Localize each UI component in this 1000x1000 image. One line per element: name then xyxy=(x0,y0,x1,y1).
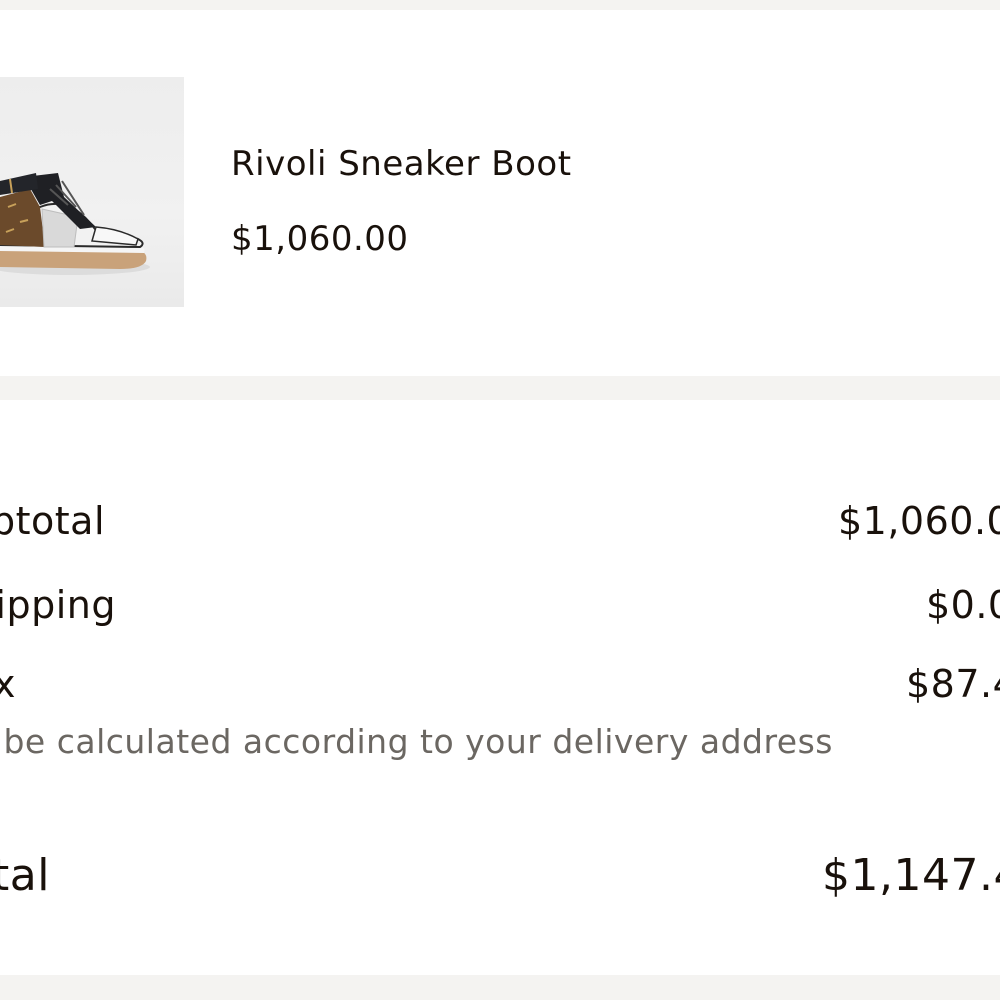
product-thumbnail[interactable] xyxy=(0,77,184,307)
subtotal-label: Subtotal xyxy=(0,499,105,543)
total-label: Total xyxy=(0,850,50,901)
total-value: $1,147.45 xyxy=(822,850,1000,901)
subtotal-value: $1,060.00 xyxy=(838,499,1000,543)
tax-label: Tax xyxy=(0,662,16,706)
shipping-label: Shipping xyxy=(0,583,116,627)
product-name[interactable]: Rivoli Sneaker Boot xyxy=(231,144,572,184)
tax-note: Will be calculated according to your del… xyxy=(0,722,833,761)
order-summary-card: Subtotal $1,060.00 Shipping $0.00 Tax $8… xyxy=(0,400,1000,975)
shipping-value: $0.00 xyxy=(926,583,1000,627)
product-price: $1,060.00 xyxy=(231,219,409,259)
tax-value: $87.45 xyxy=(906,662,1000,706)
cart-item-card: Rivoli Sneaker Boot $1,060.00 xyxy=(0,10,1000,376)
checkout-page: Rivoli Sneaker Boot $1,060.00 Subtotal $… xyxy=(0,0,1000,1000)
sneaker-image-icon xyxy=(0,173,150,275)
